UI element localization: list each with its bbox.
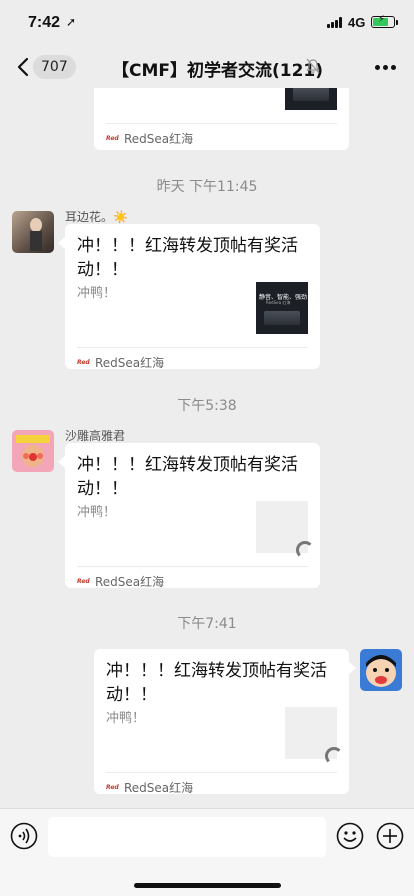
card-footer: RedSea RedSea红海 xyxy=(77,354,164,371)
card-desc: 冲鸭！ xyxy=(106,711,146,726)
avatar[interactable] xyxy=(360,649,402,691)
back-chevron-icon[interactable] xyxy=(14,56,34,78)
card-thumbnail xyxy=(285,88,337,110)
card-source: RedSea红海 xyxy=(95,356,165,370)
link-card[interactable]: 冲！！！红海转发顶帖有奖活动！！ 冲鸭！ 静音、智能、强劲 RedSea 红海 … xyxy=(65,224,320,371)
card-title: 冲！！！红海转发顶帖有奖活动！！ xyxy=(77,236,298,280)
network-label: 4G xyxy=(348,15,366,30)
card-desc: 冲鸭！ xyxy=(77,286,117,301)
brand-icon: RedSea xyxy=(77,578,90,585)
link-card[interactable]: 冲！！！红海转发顶帖有奖活动！！ 冲鸭！ RedSea RedSea红海 xyxy=(94,649,349,796)
more-icon[interactable] xyxy=(375,65,397,71)
card-footer: RedSea RedSea红海 xyxy=(77,573,164,590)
timestamp: 下午5:38 xyxy=(177,398,237,414)
brand-icon: RedSea xyxy=(77,359,90,366)
status-bar: 7:42 ➚ 4G ⚡ xyxy=(0,0,414,46)
timestamp: 昨天 下午11:45 xyxy=(156,179,258,195)
brand-icon: RedSea xyxy=(106,135,119,142)
thumbnail-brand: RedSea 红海 xyxy=(266,300,291,305)
timestamp: 下午7:41 xyxy=(177,616,237,632)
home-indicator xyxy=(134,883,281,888)
emoji-icon[interactable] xyxy=(336,822,364,850)
sender-name: 沙雕高雅君 xyxy=(65,429,126,443)
card-footer: RedSea RedSea红海 xyxy=(106,779,193,796)
mute-bell-icon xyxy=(306,58,320,74)
message-input[interactable] xyxy=(48,817,326,857)
card-source: RedSea红海 xyxy=(124,781,194,795)
card-source: RedSea红海 xyxy=(95,575,165,589)
unread-count-badge[interactable]: 707 xyxy=(33,55,76,79)
card-title: 冲！！！红海转发顶帖有奖活动！！ xyxy=(106,661,327,705)
brand-icon: RedSea xyxy=(106,784,119,791)
loading-spinner-icon xyxy=(325,747,343,765)
chat-header: 707 【CMF】初学者交流(121) xyxy=(0,46,414,88)
avatar[interactable] xyxy=(12,211,54,253)
plus-icon[interactable] xyxy=(376,822,404,850)
sender-name: 耳边花。☀️ xyxy=(65,210,128,224)
page-title: 【CMF】初学者交流(121) xyxy=(112,61,324,81)
avatar[interactable] xyxy=(12,430,54,472)
card-thumbnail: 静音、智能、强劲 RedSea 红海 xyxy=(256,282,308,334)
card-thumbnail xyxy=(256,501,314,559)
status-time: 7:42 xyxy=(28,14,61,31)
card-footer: RedSea RedSea红海 xyxy=(106,130,193,147)
link-card[interactable]: RedSea RedSea红海 xyxy=(94,88,349,150)
card-title: 冲！！！红海转发顶帖有奖活动！！ xyxy=(77,455,298,499)
battery-icon: ⚡ xyxy=(371,14,395,28)
location-arrow-icon: ➚ xyxy=(66,15,77,29)
loading-spinner-icon xyxy=(296,541,314,559)
signal-icon xyxy=(327,17,344,28)
voice-icon[interactable] xyxy=(10,822,38,850)
link-card[interactable]: 冲！！！红海转发顶帖有奖活动！！ 冲鸭！ RedSea RedSea红海 xyxy=(65,443,320,590)
message-list[interactable]: RedSea RedSea红海 昨天 下午11:45 耳边花。☀️ 冲！！！红海… xyxy=(0,88,414,808)
card-thumbnail xyxy=(285,707,343,765)
card-desc: 冲鸭！ xyxy=(77,505,117,520)
card-source: RedSea红海 xyxy=(124,132,194,146)
